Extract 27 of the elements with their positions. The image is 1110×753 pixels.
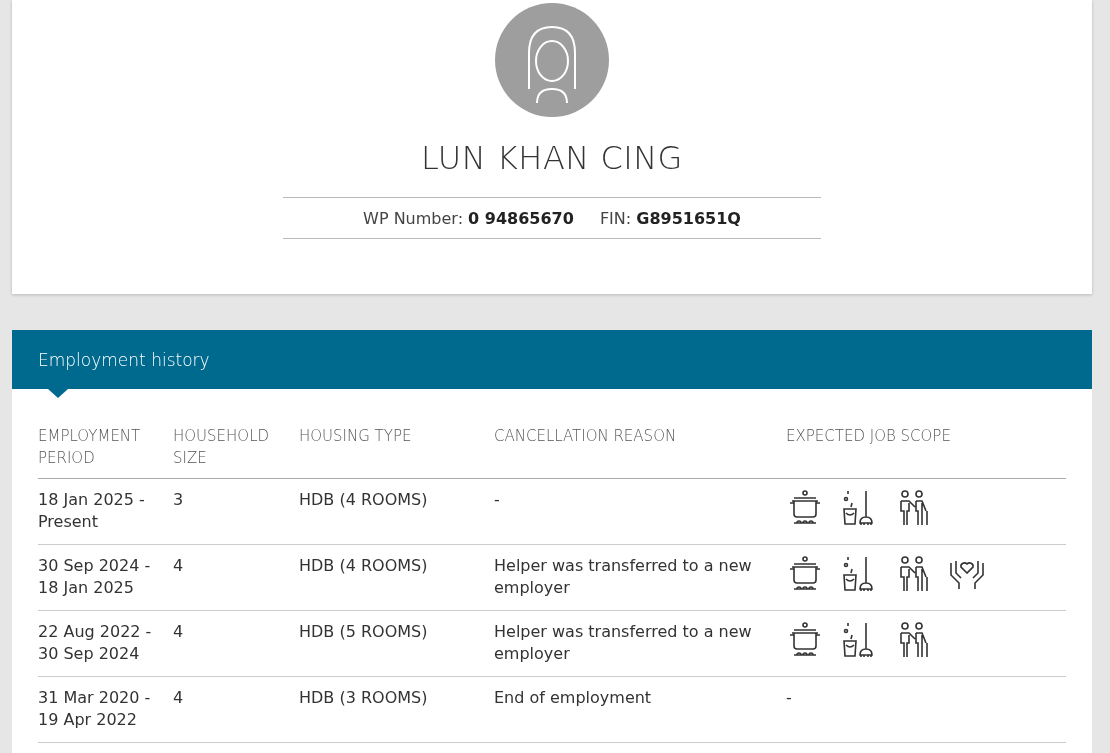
table-cell-text: 18 Jan 2025 - Present (38, 489, 146, 533)
column-header: HOUSING TYPE (299, 426, 413, 447)
table-cell-text: HDB (3 ROOMS) (299, 687, 429, 709)
table-cell-text: 4 (173, 687, 185, 709)
table-cell-text: HDB (4 ROOMS) (299, 555, 429, 577)
table-cell-text: 30 Sep 2024 - 18 Jan 2025 (38, 555, 152, 599)
table-cell-text: HDB (5 ROOMS) (299, 621, 429, 643)
table-cell-text: 4 (173, 555, 185, 577)
table-cell-text: End of employment (494, 687, 653, 709)
person-name: LUN KHAN CING (421, 139, 683, 179)
table-cell-text: Helper was transferred to a new employer (494, 621, 753, 665)
table-cell-text: - (786, 687, 793, 709)
table-cell-text: 31 Mar 2020 - 19 Apr 2022 (38, 687, 152, 731)
column-header: HOUSEHOLD SIZE (173, 426, 271, 469)
column-header: CANCELLATION REASON (494, 426, 678, 447)
column-header: EXPECTED JOB SCOPE (786, 426, 952, 447)
fin-text: FIN: G8951651Q (599, 208, 741, 228)
table-cell-text: 22 Aug 2022 - 30 Sep 2024 (38, 621, 153, 665)
table-cell-text: HDB (4 ROOMS) (299, 489, 429, 511)
section-title: Employment history (38, 349, 210, 370)
avatar-silhouette-icon (495, 3, 609, 117)
wp-number-text: WP Number: 0 94865670 (363, 208, 574, 228)
table-cell-text: - (494, 489, 501, 511)
table-cell-text: 4 (173, 621, 185, 643)
table-cell-text: Helper was transferred to a new employer (494, 555, 753, 599)
table-cell-text: 3 (173, 489, 185, 511)
column-header: EMPLOYMENT PERIOD (38, 426, 142, 469)
